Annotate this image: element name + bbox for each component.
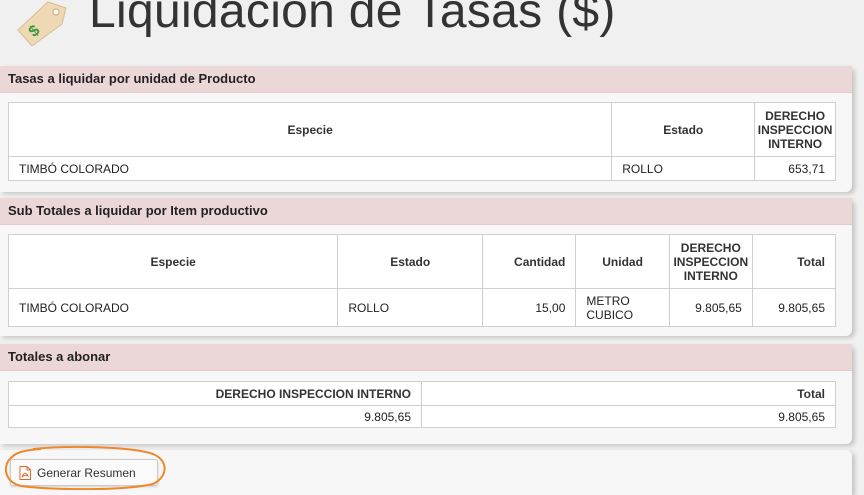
cell-derecho: 9.805,65 (8, 405, 422, 428)
table-row: TIMBÓ COLORADO ROLLO 15,00 METRO CUBICO … (7, 288, 837, 327)
pdf-file-icon (19, 465, 31, 480)
cell-estado: ROLLO (337, 288, 484, 327)
table-header-row: DERECHO INSPECCION INTERNO Total (8, 381, 836, 406)
table-header-row: Especie Estado DERECHO INSPECCION INTERN… (7, 102, 836, 157)
item-subtotals-heading: Sub Totales a liquidar por Item producti… (0, 198, 852, 225)
col-estado: Estado (611, 102, 756, 157)
col-especie: Especie (7, 234, 339, 289)
cell-unidad: METRO CUBICO (575, 288, 670, 327)
generate-summary-label: Generar Resumen (37, 465, 136, 480)
col-derecho-inspeccion: DERECHO INSPECCION INTERNO (8, 381, 422, 406)
generate-summary-button[interactable]: Generar Resumen (10, 459, 158, 486)
col-total: Total (751, 234, 837, 289)
cell-derecho: 9.805,65 (668, 288, 753, 327)
cell-total: 9.805,65 (751, 288, 837, 327)
cell-derecho: 653,71 (754, 156, 836, 181)
col-total: Total (421, 381, 836, 406)
item-subtotals-table: Especie Estado Cantidad Unidad DERECHO I… (7, 234, 837, 327)
table-row: 9.805,65 9.805,65 (8, 405, 836, 428)
cell-especie: TIMBÓ COLORADO (7, 156, 613, 181)
page-title: Liquidación de Tasas ($) (89, 0, 616, 38)
table-header-row: Especie Estado Cantidad Unidad DERECHO I… (7, 234, 837, 289)
cell-cantidad: 15,00 (482, 288, 577, 327)
cell-estado: ROLLO (611, 156, 756, 181)
col-cantidad: Cantidad (482, 234, 577, 289)
table-row: TIMBÓ COLORADO ROLLO 653,71 (7, 156, 836, 181)
unit-rates-table: Especie Estado DERECHO INSPECCION INTERN… (7, 102, 836, 181)
cell-total: 9.805,65 (421, 405, 836, 428)
totals-table: DERECHO INSPECCION INTERNO Total 9.805,6… (8, 381, 836, 428)
price-tag-icon: $ (17, 1, 67, 46)
col-estado: Estado (337, 234, 484, 289)
unit-rates-heading: Tasas a liquidar por unidad de Producto (0, 66, 852, 93)
col-unidad: Unidad (575, 234, 670, 289)
col-derecho-inspeccion: DERECHO INSPECCION INTERNO (754, 102, 836, 157)
col-especie: Especie (7, 102, 613, 157)
col-derecho-inspeccion: DERECHO INSPECCION INTERNO (668, 234, 753, 289)
page-header: $ Liquidación de Tasas ($) (0, 0, 864, 62)
cell-especie: TIMBÓ COLORADO (7, 288, 339, 327)
totals-heading: Totales a abonar (0, 344, 852, 371)
